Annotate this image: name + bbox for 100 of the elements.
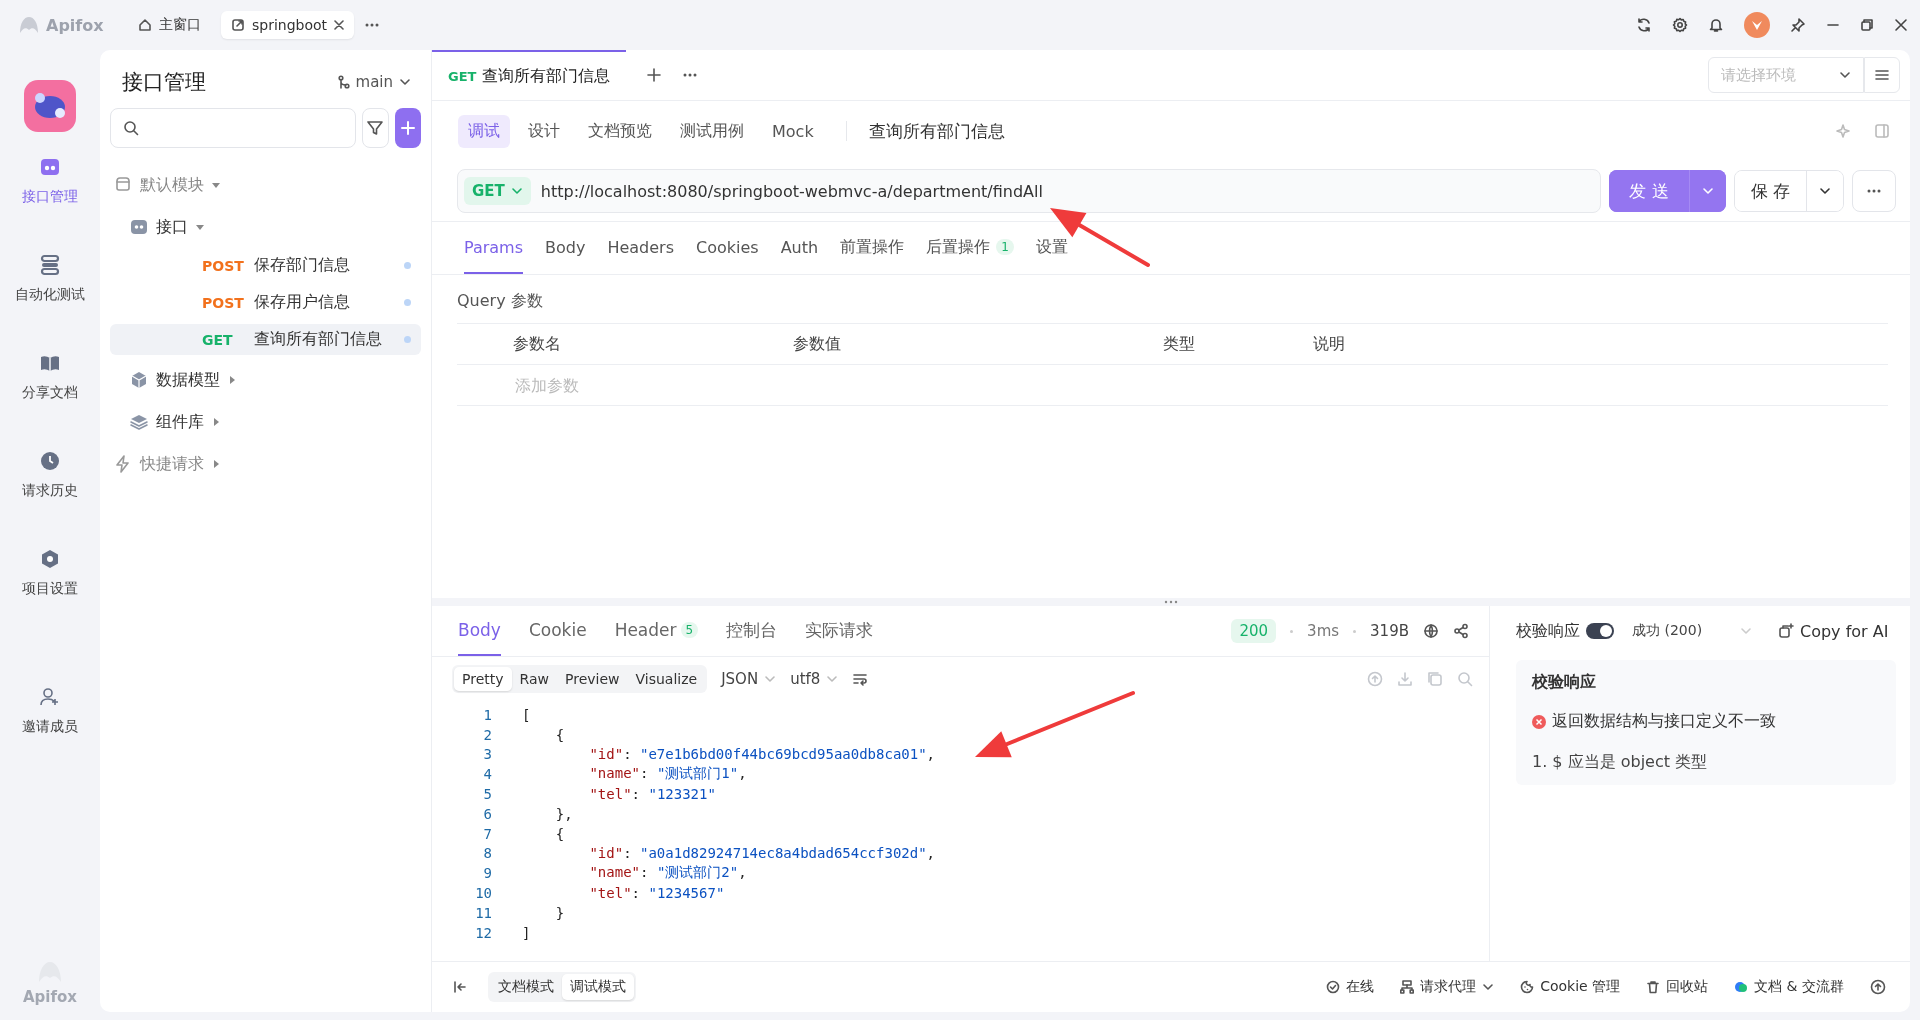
rail-item[interactable]: 请求历史: [18, 450, 82, 500]
status-item[interactable]: 回收站: [1646, 978, 1709, 996]
code-line: },: [554, 805, 573, 822]
tree-item[interactable]: 接口: [110, 210, 421, 244]
collapse-sidebar-icon[interactable]: [452, 979, 468, 995]
refresh-icon[interactable]: [1636, 17, 1652, 33]
chevron-down-icon[interactable]: [1482, 981, 1495, 993]
mode-tab[interactable]: 测试用例: [670, 114, 754, 148]
column-header: 参数名: [513, 333, 562, 355]
tree-item[interactable]: 组件库: [110, 405, 421, 439]
tree-item[interactable]: 默认模块: [110, 168, 421, 202]
stack-icon: [39, 254, 61, 276]
view-tab[interactable]: Raw: [511, 667, 557, 691]
settings-icon[interactable]: [1672, 17, 1688, 33]
param-name-field[interactable]: 添加参数: [513, 374, 767, 396]
code-line: ]: [522, 924, 531, 941]
restore-icon[interactable]: [1860, 18, 1874, 32]
response-tab[interactable]: Body: [458, 606, 501, 656]
response-tab[interactable]: 实际请求: [805, 606, 874, 656]
plus-icon[interactable]: [646, 67, 663, 83]
mode-tab[interactable]: Mock: [762, 115, 824, 147]
param-tab[interactable]: 前置操作: [840, 222, 905, 274]
param-tab[interactable]: Headers: [607, 222, 675, 274]
tree-item[interactable]: 快捷请求: [110, 447, 421, 481]
param-tab[interactable]: Body: [545, 222, 586, 274]
filter-button[interactable]: [362, 108, 389, 148]
status-item[interactable]: 文档 & 交流群: [1734, 978, 1844, 996]
search-field[interactable]: [110, 108, 356, 148]
request-tab[interactable]: GET 查询所有部门信息: [432, 50, 627, 100]
add-button[interactable]: [394, 108, 421, 148]
section-title: Query 参数: [457, 285, 1888, 324]
tree-item[interactable]: POST 保存用户信息: [110, 287, 421, 318]
format-select[interactable]: JSON: [721, 670, 777, 688]
line-number: 5: [482, 786, 493, 803]
copy-sparkle-icon: [1778, 623, 1794, 639]
view-tab[interactable]: Preview: [557, 667, 628, 691]
param-tab[interactable]: Cookies: [696, 222, 759, 274]
window-tab[interactable]: 主窗口: [128, 10, 211, 40]
encoding-select[interactable]: utf8: [790, 670, 839, 688]
close-icon[interactable]: [334, 20, 345, 30]
brand-name: Apifox: [23, 988, 77, 1006]
toggle-label: 校验响应: [1516, 620, 1580, 642]
share-icon[interactable]: [1453, 623, 1469, 639]
line-number: 1: [482, 706, 493, 723]
mode-tab[interactable]: 设计: [518, 114, 570, 148]
tree-item[interactable]: GET 查询所有部门信息: [110, 324, 421, 355]
menu-button[interactable]: [1864, 57, 1900, 93]
pin-icon[interactable]: [1790, 17, 1806, 33]
param-tab[interactable]: 设置: [1035, 222, 1068, 274]
response-select[interactable]: 成功 (200): [1632, 622, 1752, 640]
branch-selector[interactable]: main: [337, 73, 411, 91]
check-circle-icon: [1326, 980, 1341, 994]
chevron-down-icon[interactable]: [1839, 69, 1851, 81]
chevron-down-icon[interactable]: [1819, 185, 1831, 197]
drag-handle-icon[interactable]: [1164, 600, 1178, 604]
rail-item[interactable]: 自动化测试: [11, 254, 89, 304]
close-icon[interactable]: [1894, 18, 1908, 32]
mode-tab[interactable]: 文档预览: [578, 114, 662, 148]
response-tab[interactable]: 控制台: [726, 606, 778, 656]
chat-icon: [1734, 980, 1749, 994]
count-badge: 1: [996, 239, 1014, 255]
validate-toggle[interactable]: [1586, 623, 1614, 639]
param-tab[interactable]: 后置操作 1: [926, 222, 1014, 274]
response-tab[interactable]: Header 5: [614, 606, 699, 656]
chevron-down-icon[interactable]: [399, 76, 411, 88]
tree-item[interactable]: POST 保存部门信息: [110, 250, 421, 281]
mode-tab[interactable]: 调试: [458, 114, 510, 148]
bell-icon[interactable]: [1708, 17, 1724, 33]
rail-item[interactable]: 项目设置: [18, 548, 82, 598]
response-tab[interactable]: Cookie: [528, 606, 587, 656]
rail-item[interactable]: 接口管理: [18, 156, 82, 206]
status-item[interactable]: Cookie 管理: [1520, 978, 1621, 996]
status-dot: [404, 336, 411, 343]
tree-item[interactable]: 数据模型: [110, 363, 421, 397]
method-label: POST: [202, 257, 245, 274]
status-item[interactable]: 在线: [1326, 978, 1375, 996]
window-tab[interactable]: springboot: [221, 11, 355, 39]
app-name: Apifox: [46, 15, 104, 35]
wrap-icon[interactable]: [852, 671, 869, 687]
status-code: 200: [1231, 619, 1277, 643]
line-number: 11: [474, 904, 493, 921]
param-tab[interactable]: Params: [464, 222, 524, 274]
mode-switch[interactable]: 调试模式: [562, 974, 634, 1000]
copy-for-ai-button[interactable]: Copy for AI: [1778, 621, 1889, 641]
globe-icon[interactable]: [1423, 623, 1439, 639]
rail-item[interactable]: 分享文档: [18, 352, 82, 402]
mode-switch[interactable]: 文档模式: [490, 974, 562, 1000]
code-line: }: [554, 904, 565, 921]
home-icon: [138, 18, 152, 32]
search-icon: [123, 120, 139, 136]
rail-item[interactable]: 邀请成员: [18, 686, 82, 736]
param-tab[interactable]: Auth: [780, 222, 819, 274]
project-logo-icon[interactable]: [24, 80, 76, 132]
view-tab[interactable]: Pretty: [454, 667, 512, 691]
add-user-icon: [39, 686, 61, 708]
method-label: GET: [202, 331, 234, 348]
upload-icon[interactable]: [1870, 979, 1886, 995]
view-tab[interactable]: Visualize: [627, 667, 706, 691]
status-item[interactable]: 请求代理: [1400, 978, 1495, 996]
line-number: 9: [482, 865, 493, 882]
